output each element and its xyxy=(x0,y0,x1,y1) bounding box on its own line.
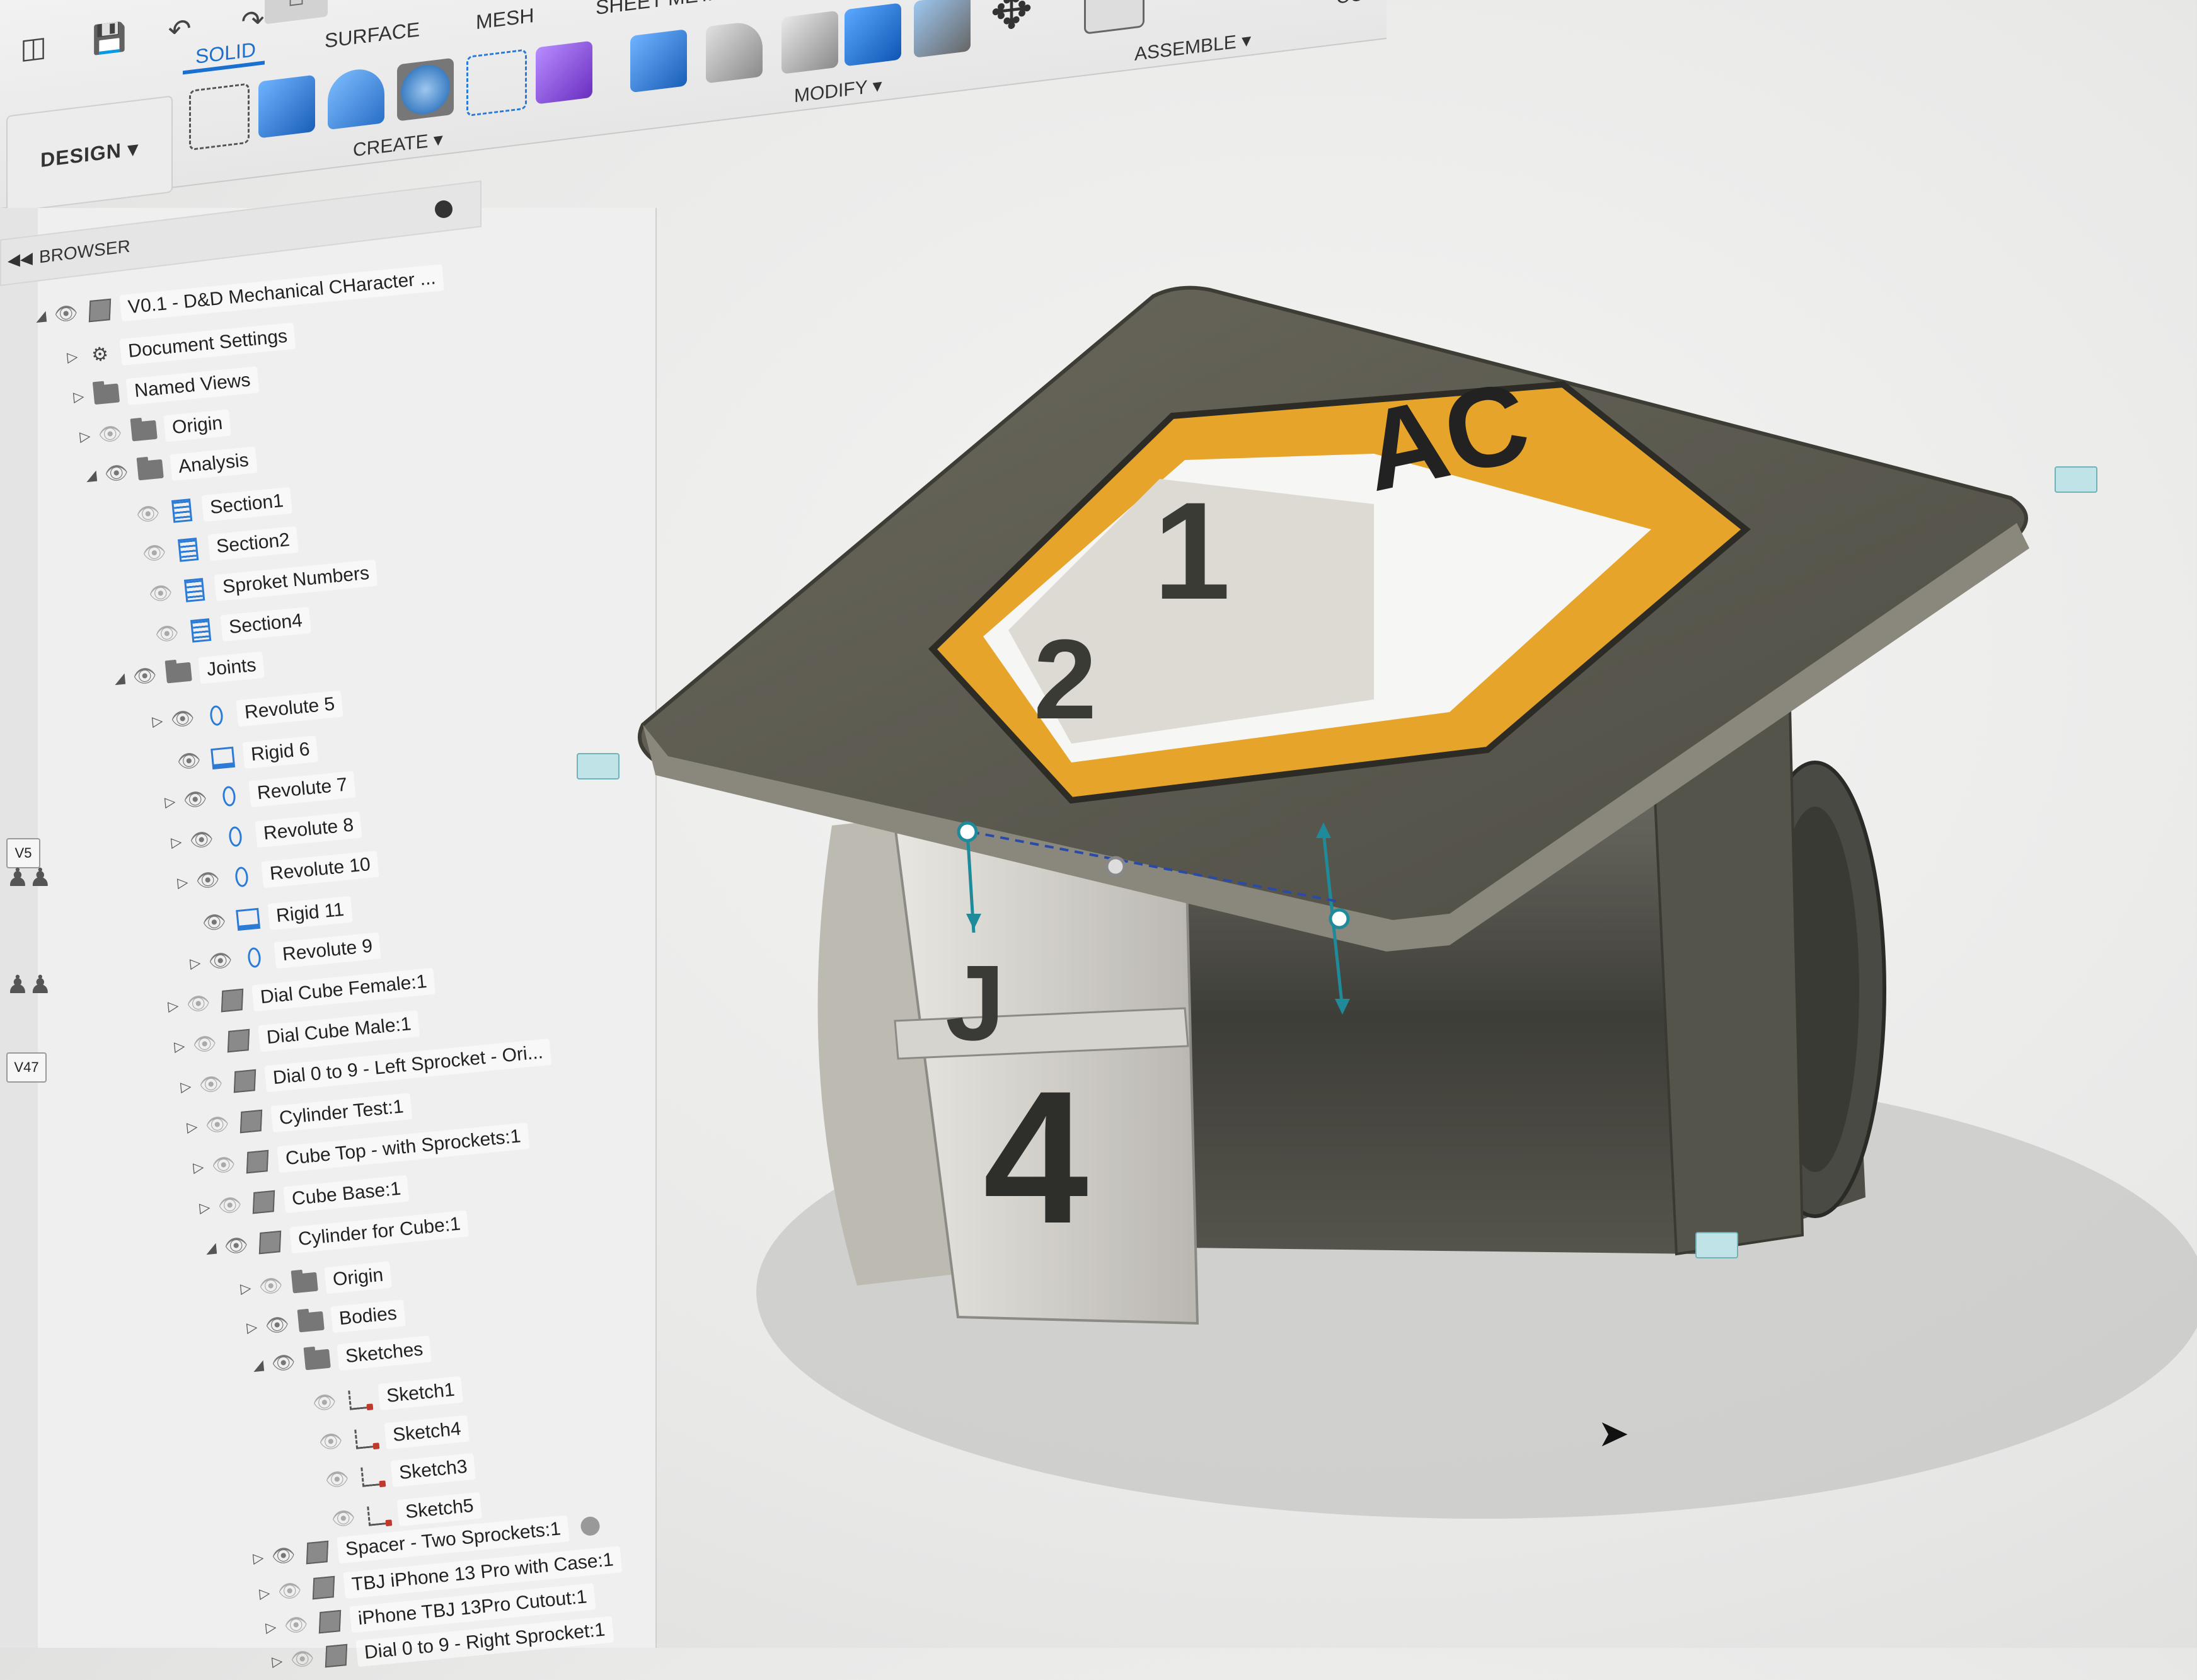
dial-digit-4: 4 xyxy=(983,1051,1090,1263)
joint-glyph-icon[interactable] xyxy=(2055,466,2097,493)
dial-digit-1: 1 xyxy=(1153,473,1230,628)
dial-digit-j: J xyxy=(945,943,1005,1063)
dial-digit-2: 2 xyxy=(1034,616,1097,743)
joint-handle[interactable] xyxy=(1329,908,1350,929)
eye-hidden-icon[interactable]: 👁 xyxy=(285,1647,319,1672)
expand-arrow-icon[interactable]: ▷ xyxy=(267,1652,287,1671)
joint-glyph-icon[interactable] xyxy=(1695,1232,1738,1258)
joint-handle[interactable] xyxy=(957,821,978,843)
mouse-cursor-icon: ➤ xyxy=(1598,1412,1630,1454)
joint-handle[interactable] xyxy=(1105,856,1126,877)
joint-glyph-icon[interactable] xyxy=(577,753,620,780)
model-viewport[interactable]: J 4 1 2 AC xyxy=(0,0,2197,1648)
